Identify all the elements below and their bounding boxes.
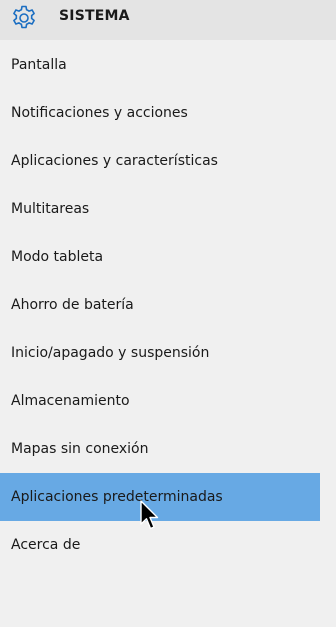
nav-item-almacenamiento[interactable]: Almacenamiento (0, 377, 336, 425)
nav-item-mapas-sin-conexion[interactable]: Mapas sin conexión (0, 425, 336, 473)
settings-window: SISTEMA Pantalla Notificaciones y accion… (0, 0, 336, 627)
nav-item-modo-tableta[interactable]: Modo tableta (0, 233, 336, 281)
nav-item-inicio-apagado[interactable]: Inicio/apagado y suspensión (0, 329, 336, 377)
nav-item-acerca-de[interactable]: Acerca de (0, 521, 336, 569)
header-bar: SISTEMA (0, 0, 336, 40)
page-title: SISTEMA (59, 8, 130, 24)
nav-item-aplicaciones-caracteristicas[interactable]: Aplicaciones y características (0, 137, 336, 185)
nav-item-ahorro-bateria[interactable]: Ahorro de batería (0, 281, 336, 329)
mouse-cursor-icon (140, 500, 159, 530)
nav-item-pantalla[interactable]: Pantalla (0, 41, 336, 89)
gear-icon (13, 5, 35, 29)
nav-item-aplicaciones-predeterminadas[interactable]: Aplicaciones predeterminadas (0, 473, 320, 521)
nav-item-multitareas[interactable]: Multitareas (0, 185, 336, 233)
nav-item-notificaciones[interactable]: Notificaciones y acciones (0, 89, 336, 137)
settings-nav: Pantalla Notificaciones y acciones Aplic… (0, 41, 336, 569)
